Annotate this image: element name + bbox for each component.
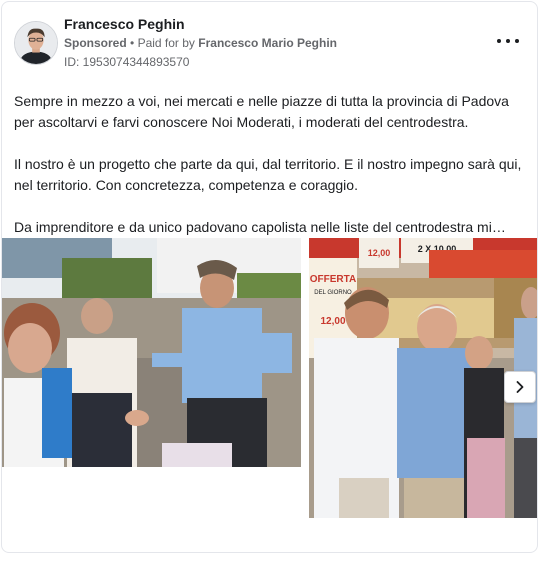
sponsored-line: Sponsored • Paid for by Francesco Mario … (64, 36, 337, 50)
ad-card: Francesco Peghin Sponsored • Paid for by… (1, 1, 538, 553)
page-name[interactable]: Francesco Peghin (64, 16, 185, 32)
body-paragraph: Sempre in mezzo a voi, nei mercati e nel… (14, 93, 509, 130)
body-paragraph: Da imprenditore e da unico padovano capo… (14, 219, 506, 235)
sign-price-1: 12,00 (368, 248, 391, 258)
body-paragraph: Il nostro è un progetto che parte da qui… (14, 156, 522, 193)
ad-body-text: Sempre in mezzo a voi, nei mercati e nel… (14, 91, 524, 238)
separator-dot: • (130, 36, 138, 50)
chevron-right-icon (516, 381, 524, 393)
carousel-photo-market-handshake[interactable] (2, 238, 301, 467)
avatar-photo (15, 22, 57, 64)
sponsored-label: Sponsored (64, 36, 127, 50)
more-horizontal-icon (515, 39, 519, 43)
market-handshake-image (2, 238, 301, 467)
ad-id: ID: 1953074344893570 (64, 55, 190, 69)
ad-header: Francesco Peghin Sponsored • Paid for by… (2, 2, 537, 82)
image-carousel: 12,00 2 X 10,00 OFFERTA DEL GIORNO 12,00 (2, 238, 537, 518)
carousel-next-button[interactable] (504, 371, 536, 403)
sign-price-3: 12,00 (320, 316, 345, 327)
paid-for-prefix: Paid for by (137, 36, 195, 50)
sign-del-giorno: DEL GIORNO (314, 290, 352, 296)
payer-name: Francesco Mario Peghin (198, 36, 337, 50)
more-options-button[interactable] (497, 32, 519, 50)
sign-offerta: OFFERTA (310, 274, 356, 285)
more-horizontal-icon (497, 39, 501, 43)
more-horizontal-icon (506, 39, 510, 43)
avatar[interactable] (14, 21, 58, 65)
